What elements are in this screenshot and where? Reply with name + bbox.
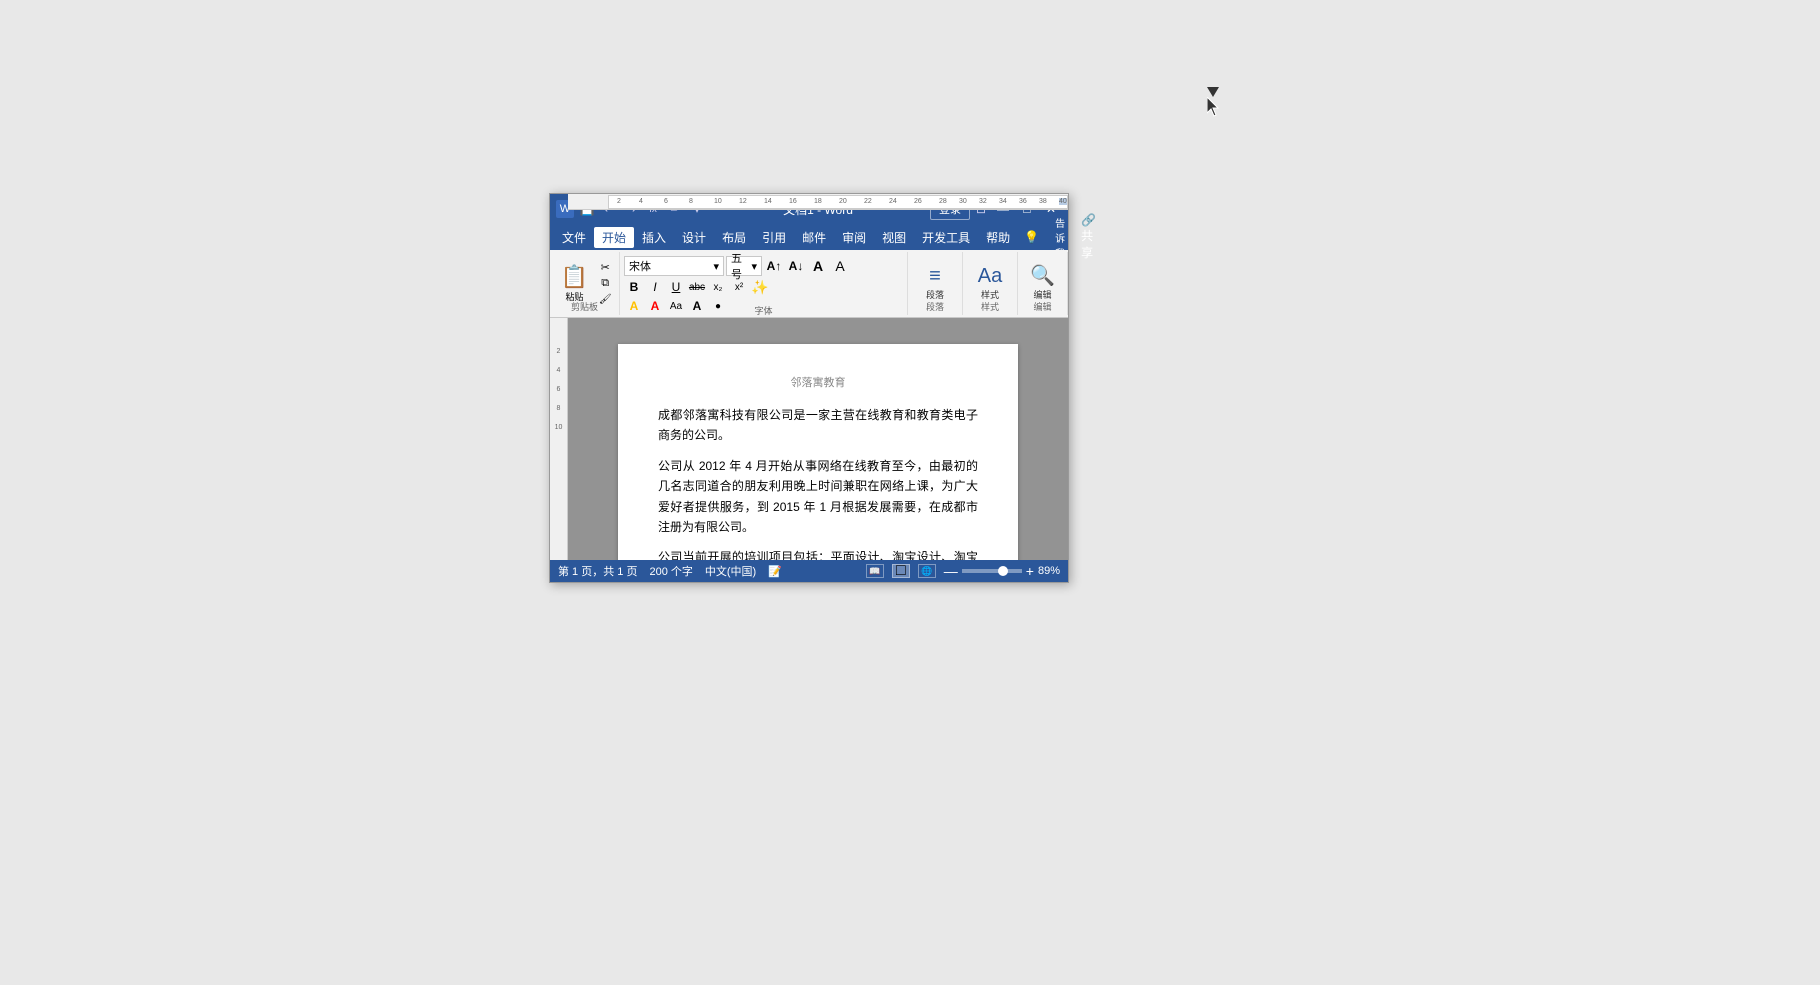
font-label: 字体 [620,304,907,317]
menu-item-references[interactable]: 引用 [754,227,794,248]
style-icon: Aa [978,266,1002,286]
copy-button[interactable]: ⧉ [596,276,614,291]
menu-item-file[interactable]: 文件 [554,227,594,248]
edit-group-label: 编辑 [1018,300,1067,313]
zoom-percent: 89% [1038,565,1060,577]
zoom-slider[interactable] [962,569,1022,573]
font-name-selector[interactable]: 宋体 ▾ [624,256,724,276]
page-info: 第 1 页，共 1 页 [558,563,637,579]
decrease-font-button[interactable]: A↓ [786,257,806,275]
highlight-button[interactable]: ✨ [750,278,770,296]
menu-item-view[interactable]: 视图 [874,227,914,248]
superscript-button[interactable]: x² [729,278,749,296]
clear-format-button[interactable]: A [830,257,850,275]
edit-group: 🔍 编辑 编辑 [1018,252,1068,315]
font-row1: 宋体 ▾ 五号 ▾ A↑ A↓ A A [624,256,850,276]
font-row2: B I U abc x₂ x² ✨ [624,278,770,296]
language: 中文(中国) [705,563,756,579]
menu-bar: 文件 开始 插入 设计 布局 引用 邮件 审阅 视图 开发工具 帮助 💡 告诉我… [550,224,1068,250]
print-layout-button[interactable]: □ [892,564,910,578]
italic-button[interactable]: I [645,278,665,296]
clipboard-group: 📋 粘贴 ✂ ⧉ 🖌 剪贴板 [550,252,620,315]
doc-header: 邻落寓教育 [658,374,978,390]
strikethrough-button[interactable]: abc [687,278,707,296]
menu-item-home[interactable]: 开始 [594,227,634,248]
document-content[interactable]: 成都邻落寓科技有限公司是一家主营在线教育和教育类电子商务的公司。 公司从 201… [658,405,978,560]
word-count: 200 个字 [649,563,692,579]
font-group: 宋体 ▾ 五号 ▾ A↑ A↓ A A B I U abc [620,252,908,315]
paragraph-group-label: 段落 [908,300,962,313]
mouse-cursor [1207,87,1219,107]
paragraph-icon: ≡ [929,266,941,286]
search-icon: 🔍 [1030,266,1055,286]
doc-paragraph-2: 公司从 2012 年 4 月开始从事网络在线教育至今，由最初的几名志同道合的朋友… [658,456,978,538]
read-mode-button[interactable]: 📖 [866,564,884,578]
web-layout-button[interactable]: 🌐 [918,564,936,578]
text-aa-button[interactable]: A [808,257,828,275]
doc-paragraph-1: 成都邻落寓科技有限公司是一家主营在线教育和教育类电子商务的公司。 [658,405,978,446]
paste-icon: 📋 [561,264,588,290]
font-size-dropdown-icon: ▾ [751,260,757,273]
zoom-control: — + 89% [944,563,1060,579]
menu-item-layout[interactable]: 布局 [714,227,754,248]
share-btn[interactable]: 🔗 共享 [1075,211,1102,263]
menu-item-developer[interactable]: 开发工具 [914,227,978,248]
zoom-in-button[interactable]: + [1026,563,1034,579]
menu-item-design[interactable]: 设计 [674,227,714,248]
zoom-out-button[interactable]: — [944,563,958,579]
desktop: W 💾 ↩ ↪ fx ✏ ▾ 文档1 - Word 登录 ⊟ — □ ✕ 文件 … [0,0,1820,985]
menu-item-help[interactable]: 帮助 [978,227,1018,248]
style-group-label: 样式 [963,300,1017,313]
increase-font-button[interactable]: A↑ [764,257,784,275]
doc-paragraph-3: 公司当前开展的培训项目包括：平面设计、淘宝设计、淘宝运营、摄影后期、CAD 制图… [658,547,978,560]
menu-item-review[interactable]: 审阅 [834,227,874,248]
document-scroll[interactable]: 邻落寓教育 成都邻落寓科技有限公司是一家主营在线教育和教育类电子商务的公司。 公… [568,334,1068,560]
clipboard-label: 剪贴板 [550,300,619,313]
word-window: W 💾 ↩ ↪ fx ✏ ▾ 文档1 - Word 登录 ⊟ — □ ✕ 文件 … [549,193,1069,583]
font-name-dropdown-icon: ▾ [713,260,719,273]
menu-item-mailing[interactable]: 邮件 [794,227,834,248]
status-right: 📖 □ 🌐 — + 89% [866,563,1060,579]
status-bar: 第 1 页，共 1 页 200 个字 中文(中国) 📝 📖 □ 🌐 — + 89… [550,560,1068,582]
track-icon: 📝 [768,565,782,578]
font-size-selector[interactable]: 五号 ▾ [726,256,762,276]
font-name-value: 宋体 [629,258,651,274]
style-group: Aa 样式 样式 [963,252,1018,315]
menu-item-insert[interactable]: 插入 [634,227,674,248]
lightbulb-icon-btn[interactable]: 💡 [1018,228,1045,246]
zoom-thumb [998,566,1008,576]
document-area: 2 4 6 8 10 2 4 6 8 10 12 14 16 18 [550,318,1068,560]
cut-button[interactable]: ✂ [596,260,614,275]
left-ruler: 2 4 6 8 10 [550,318,568,560]
ribbon: 📋 粘贴 ✂ ⧉ 🖌 剪贴板 宋体 ▾ [550,250,1068,318]
subscript-button[interactable]: x₂ [708,278,728,296]
document-page: 邻落寓教育 成都邻落寓科技有限公司是一家主营在线教育和教育类电子商务的公司。 公… [618,344,1018,560]
underline-button[interactable]: U [666,278,686,296]
bold-button[interactable]: B [624,278,644,296]
paragraph-group: ≡ 段落 段落 [908,252,963,315]
